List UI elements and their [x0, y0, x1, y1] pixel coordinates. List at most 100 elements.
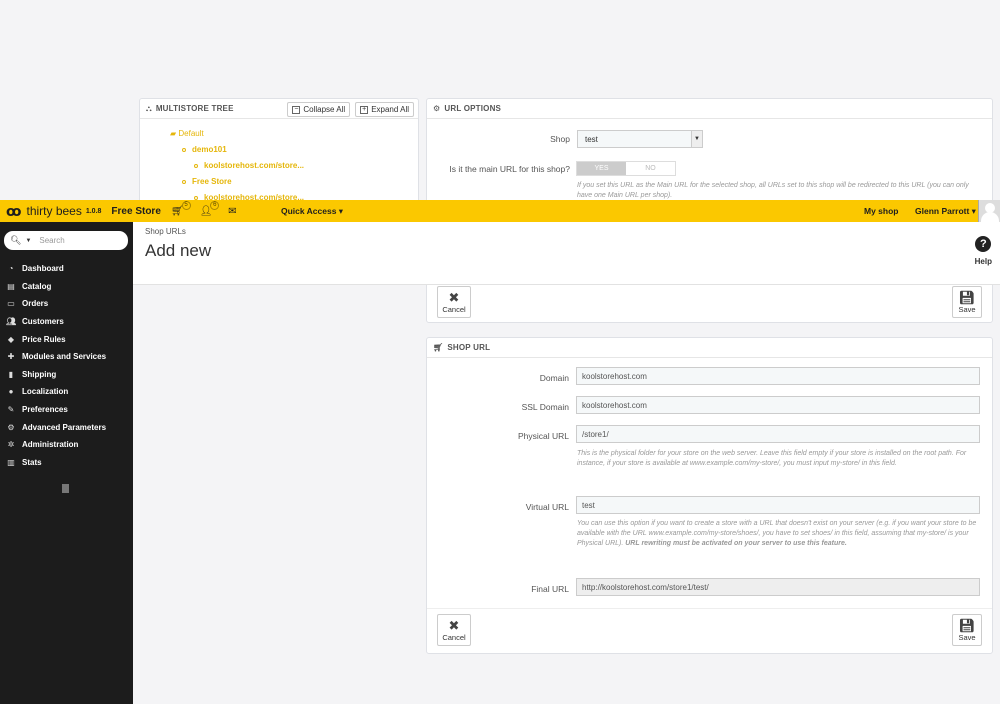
physical-url-input[interactable]: /store1/	[576, 425, 980, 443]
sidebar-item-localization[interactable]: ● Localization	[0, 383, 133, 401]
breadcrumb[interactable]: Shop URLs	[145, 227, 186, 236]
main-url-yes[interactable]: YES	[577, 162, 626, 175]
final-url-input: http://koolstorehost.com/store1/test/	[576, 578, 980, 596]
cancel-label: Cancel	[442, 632, 466, 642]
bee-logo-icon: ꝏ	[6, 202, 22, 219]
version-label: 1.0.8	[85, 207, 102, 215]
chevron-down-icon: ▼	[691, 131, 702, 147]
search-placeholder: Search	[39, 236, 65, 245]
physical-url-label: Physical URL	[517, 431, 569, 441]
my-shop-link[interactable]: My shop	[864, 206, 898, 216]
main-url-switch[interactable]: YES NO	[576, 161, 676, 176]
expand-all-label: Expand All	[371, 105, 409, 114]
sidebar-item-price-rules[interactable]: ◆ Price Rules	[0, 330, 133, 348]
shop-select[interactable]: test ▼	[577, 130, 703, 148]
help-button[interactable]: ? Help	[975, 236, 992, 266]
chevron-down-icon[interactable]: ▼	[25, 238, 31, 244]
quick-access-dropdown[interactable]: Quick Access ▾	[281, 206, 343, 217]
save-label: Save	[958, 632, 976, 642]
sidebar-collapse-handle[interactable]	[62, 484, 69, 493]
page-head: Shop URLs Add new ? Help	[133, 222, 1000, 285]
sidebar: 🔍︎ ▼ Search ◔ Dashboard ▤ Catalog ▭ Orders …	[0, 222, 133, 704]
domain-label: Domain	[539, 373, 569, 383]
catalog-icon: ▤	[7, 281, 15, 291]
collapse-all-label: Collapse All	[303, 105, 346, 114]
orders-icon: ▭	[7, 299, 15, 309]
shipping-icon: ▮	[8, 369, 14, 379]
customers-icon: 👥︎	[6, 317, 17, 327]
cart-badge: 5	[181, 200, 191, 210]
main-url-no[interactable]: NO	[626, 162, 675, 175]
help-label: Help	[974, 257, 992, 266]
envelope-icon[interactable]: ✉	[228, 206, 236, 217]
sidebar-item-stats[interactable]: ▥ Stats	[0, 454, 133, 472]
tree-node-shop1[interactable]: demo101	[182, 145, 304, 154]
final-url-label: Final URL	[531, 584, 569, 594]
thirty-bees-logo[interactable]: ꝏ thirty bees 1.0.8	[6, 203, 101, 220]
store-name-link[interactable]: Free Store	[111, 206, 160, 217]
top-header: ꝏ thirty bees 1.0.8 Free Store 🛒︎ 5 👤︎ 6 ✉…	[0, 200, 1000, 222]
main-url-label: Is it the main URL for this shop?	[449, 163, 570, 174]
page-title: Add new	[145, 241, 212, 260]
tree-node-shop1-url[interactable]: koolstorehost.com/store...	[194, 161, 304, 170]
expand-all-button[interactable]: + Expand All	[355, 102, 414, 117]
shop-url-title: SHOP URL	[447, 343, 491, 352]
shop-select-value: test	[585, 134, 598, 144]
floppy-disk-icon: 💾︎	[958, 289, 976, 305]
tree-node-default[interactable]: ▰ Default	[170, 129, 304, 138]
url-rewriting-note: URL rewriting must be activated on your …	[625, 540, 847, 547]
virtual-url-input[interactable]: test	[576, 496, 980, 514]
multistore-tree-panel: ⛬ MULTISTORE TREE − Collapse All + Expan…	[139, 98, 419, 208]
sidebar-menu: ◔ Dashboard ▤ Catalog ▭ Orders 👥︎ Customers …	[0, 260, 133, 471]
modules-icon: ✚	[7, 352, 15, 362]
shop-url-panel: 🛒︎ SHOP URL Domain koolstorehost.com SSL…	[426, 337, 993, 654]
ssl-domain-input[interactable]: koolstorehost.com	[576, 396, 980, 414]
collapse-all-button[interactable]: − Collapse All	[287, 102, 351, 117]
cancel-label: Cancel	[442, 304, 466, 314]
shop-url-heading: 🛒︎ SHOP URL	[427, 338, 992, 358]
search-icon: 🔍︎	[10, 235, 22, 245]
shop-url-cancel-button[interactable]: ✖ Cancel	[437, 614, 471, 646]
price-rules-icon: ◆	[7, 334, 15, 344]
sidebar-item-advanced-parameters[interactable]: ⚙ Advanced Parameters	[0, 418, 133, 436]
close-icon: ✖	[448, 617, 460, 633]
folder-open-icon: ▰	[170, 129, 177, 138]
main-url-help: If you set this URL as the Main URL for …	[577, 182, 969, 199]
cart-icon[interactable]: 🛒︎ 5	[171, 200, 191, 217]
advanced-parameters-icon: ⚙	[7, 422, 15, 432]
tree-node-shop2[interactable]: Free Store	[182, 177, 304, 186]
localization-icon: ●	[8, 387, 14, 397]
search-input[interactable]: 🔍︎ ▼ Search	[4, 231, 128, 250]
shop-url-save-button[interactable]: 💾︎ Save	[952, 614, 982, 646]
domain-input[interactable]: koolstorehost.com	[576, 367, 980, 385]
circle-icon	[182, 179, 186, 184]
sidebar-item-customers[interactable]: 👥︎ Customers	[0, 313, 133, 331]
ssl-domain-label: SSL Domain	[521, 402, 569, 412]
cart-icon: 🛒︎	[433, 343, 444, 352]
sidebar-item-catalog[interactable]: ▤ Catalog	[0, 278, 133, 296]
administration-icon: ✲	[7, 440, 15, 450]
collapse-icon: −	[292, 105, 301, 114]
user-icon[interactable]: 👤︎ 6	[200, 200, 220, 217]
url-options-title: URL OPTIONS	[444, 104, 502, 113]
sidebar-item-modules[interactable]: ✚ Modules and Services	[0, 348, 133, 366]
preferences-icon: ✎	[7, 405, 15, 415]
sidebar-item-orders[interactable]: ▭ Orders	[0, 295, 133, 313]
save-button[interactable]: 💾︎ Save	[952, 286, 982, 318]
sidebar-item-preferences[interactable]: ✎ Preferences	[0, 401, 133, 419]
sidebar-item-dashboard[interactable]: ◔ Dashboard	[0, 260, 133, 278]
physical-url-help: This is the physical folder for your sto…	[577, 450, 967, 467]
avatar[interactable]	[978, 200, 1000, 222]
sidebar-item-shipping[interactable]: ▮ Shipping	[0, 366, 133, 384]
floppy-disk-icon: 💾︎	[958, 617, 976, 633]
expand-icon: +	[360, 105, 369, 114]
question-circle-icon: ?	[975, 236, 992, 252]
virtual-url-label: Virtual URL	[525, 502, 569, 512]
close-icon: ✖	[448, 289, 460, 305]
circle-icon	[182, 147, 186, 152]
multistore-tree-title: MULTISTORE TREE	[155, 104, 234, 113]
sidebar-item-administration[interactable]: ✲ Administration	[0, 436, 133, 454]
user-badge: 6	[210, 200, 220, 210]
cancel-button[interactable]: ✖ Cancel	[437, 286, 471, 318]
employee-menu[interactable]: Glenn Parrott ▾	[915, 206, 976, 217]
